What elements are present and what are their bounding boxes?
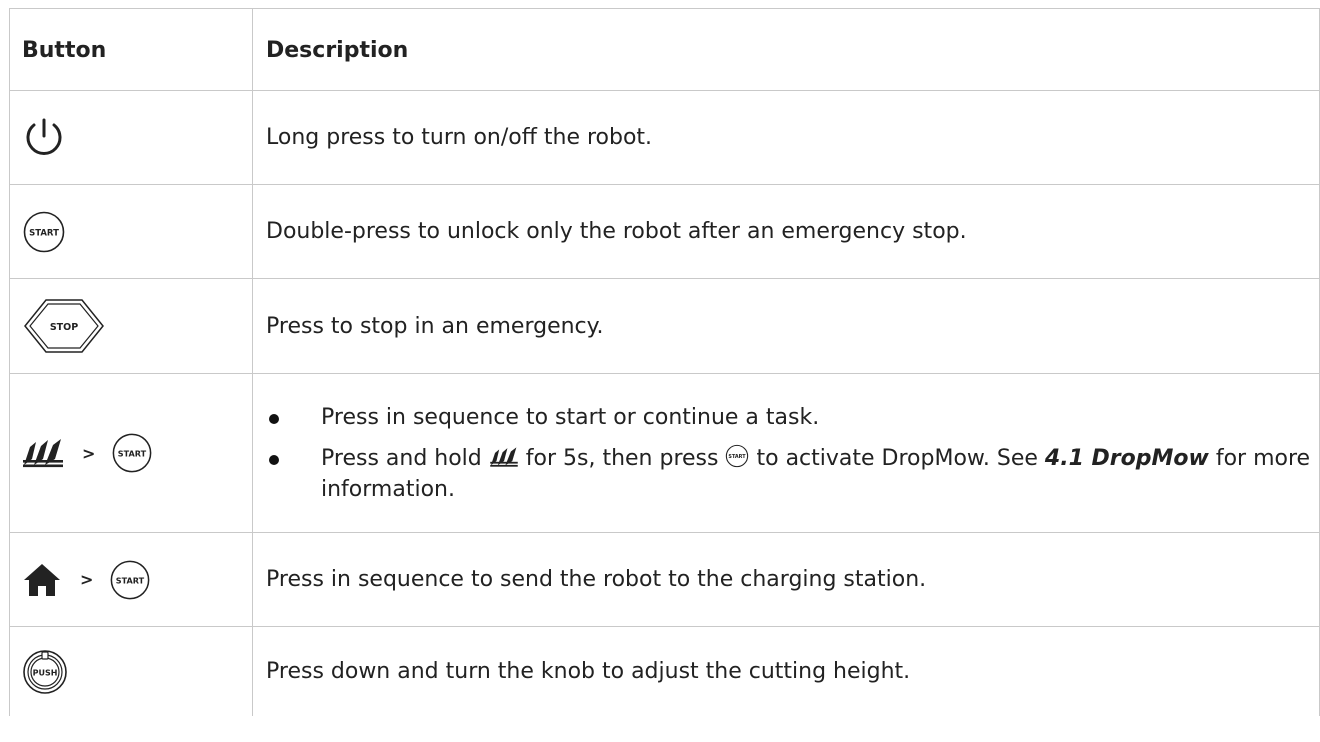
start-button-label: START (118, 448, 147, 458)
table-row: Long press to turn on/off the robot. (9, 91, 1320, 185)
table-row: STOP Press to stop in an emergency. (9, 279, 1320, 374)
stop-button-label: STOP (50, 322, 78, 333)
description-cell: Press down and turn the knob to adjust t… (252, 627, 1320, 716)
description-text: Double-press to unlock only the robot af… (266, 219, 967, 244)
start-button-label: START (116, 575, 145, 585)
start-button-icon: START (113, 433, 152, 473)
bullet-text: for 5s, then press (525, 445, 719, 471)
bullet-list: Press in sequence to start or continue a… (266, 402, 1319, 505)
section-reference-link[interactable]: 4.1 DropMow (1045, 446, 1209, 471)
bullet-text: Press in sequence to start or continue a… (321, 404, 820, 430)
push-knob-label: PUSH (33, 668, 58, 677)
button-cell: STOP (9, 279, 252, 373)
mow-icon (490, 446, 518, 467)
bullet-text: to activate DropMow. See (756, 445, 1038, 471)
start-button-icon: START (726, 444, 749, 467)
stop-button-icon: STOP (24, 299, 104, 353)
description-text: Press down and turn the knob to adjust t… (266, 659, 911, 684)
sequence-separator: > (80, 570, 94, 589)
description-cell: Press to stop in an emergency. (252, 279, 1320, 373)
description-text: Long press to turn on/off the robot. (266, 125, 653, 150)
header-description: Description (252, 9, 1320, 90)
description-cell: Press in sequence to send the robot to t… (252, 533, 1320, 626)
header-button: Button (9, 9, 252, 90)
table-row: > START Press in sequence to send the ro… (9, 533, 1320, 627)
description-cell: Long press to turn on/off the robot. (252, 91, 1320, 184)
table-header-row: Button Description (9, 9, 1320, 91)
button-cell: > START (9, 533, 252, 626)
push-knob-icon: PUSH (23, 649, 67, 694)
button-cell (9, 91, 252, 184)
buttons-table: Button Description Long press to turn on… (9, 8, 1320, 716)
description-text: Press to stop in an emergency. (266, 313, 604, 339)
bullet-text: Press and hold (321, 445, 482, 471)
power-icon (26, 118, 62, 155)
button-cell: > START (9, 374, 252, 532)
button-cell: START (9, 185, 252, 278)
home-icon (24, 563, 60, 596)
start-button-label: START (29, 228, 59, 238)
mow-icon (23, 439, 63, 468)
description-cell: Press in sequence to start or continue a… (252, 374, 1320, 532)
table-row: > START Press in sequence to start or co… (9, 374, 1320, 533)
table-row: START Double-press to unlock only the ro… (9, 185, 1320, 279)
table-row: PUSH Press down and turn the knob to adj… (9, 627, 1320, 716)
icon-sequence: > START (22, 559, 151, 601)
description-text: Press in sequence to send the robot to t… (266, 567, 927, 592)
icon-sequence: > START (22, 432, 153, 474)
start-button-icon: START (23, 211, 65, 252)
button-cell: PUSH (9, 627, 252, 716)
list-item: Press and hold for 5s, then press START … (266, 443, 1319, 505)
sequence-separator: > (82, 443, 96, 463)
start-button-icon: START (111, 560, 150, 599)
start-button-label: START (729, 453, 747, 459)
description-cell: Double-press to unlock only the robot af… (252, 185, 1320, 278)
list-item: Press in sequence to start or continue a… (266, 402, 1319, 433)
